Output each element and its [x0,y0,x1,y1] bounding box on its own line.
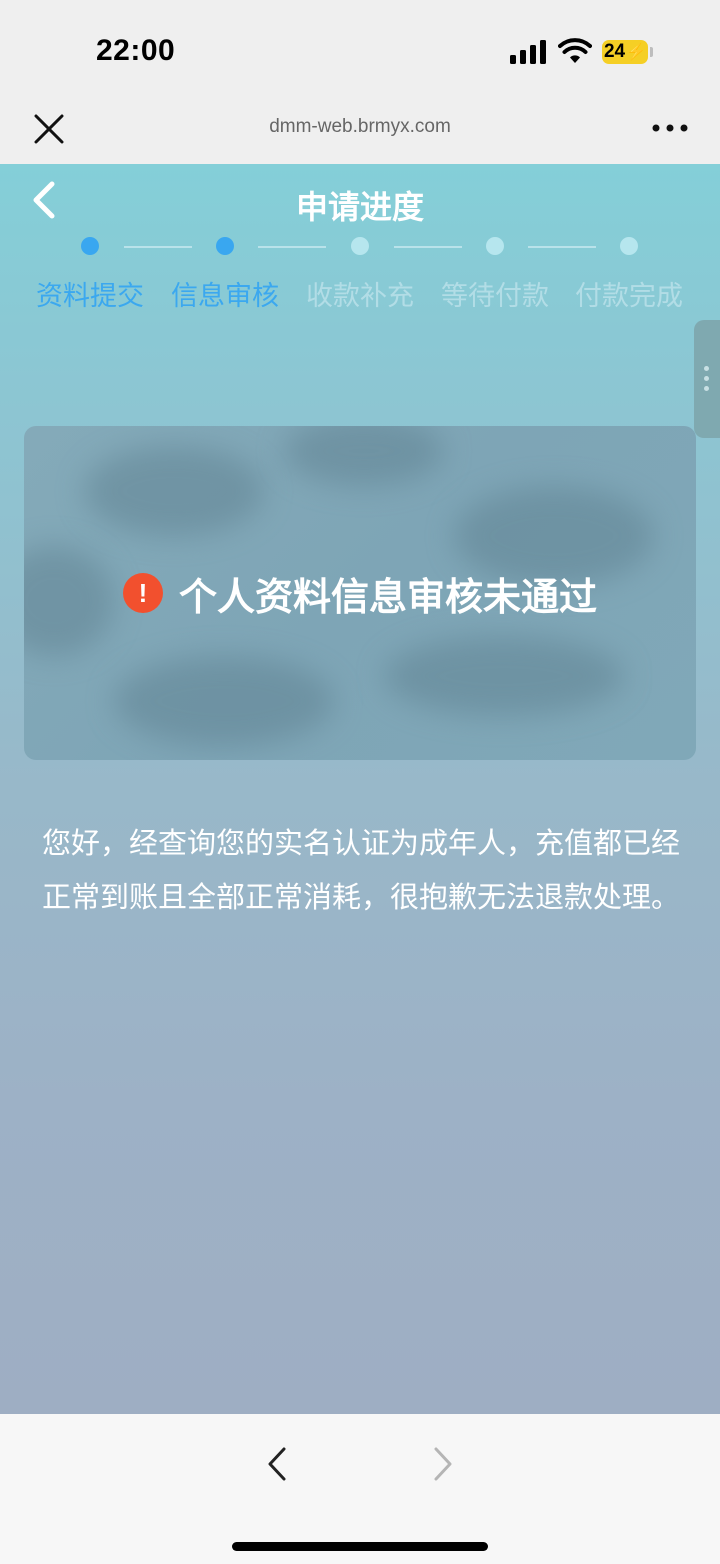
page-title: 申请进度 [295,188,424,226]
step-label-review: 信息审核 [171,281,279,312]
status-time: 22:00 [96,34,176,67]
step-label-payee-info: 收款补充 [306,281,414,312]
battery-cap [650,47,653,57]
charging-bolt-icon: ⚡ [626,44,647,61]
step-label-awaiting-payment: 等待付款 [441,281,549,312]
battery-indicator: 24 ⚡ [602,40,648,64]
wifi-icon [558,38,592,63]
browser-toolbar: dmm-web.brmyx.com [0,100,720,164]
review-result: ! 个人资料信息审核未通过 [24,568,696,619]
step-label-payment-complete: 付款完成 [575,281,683,312]
side-drawer-handle[interactable] [694,320,720,438]
browser-bottom-nav [0,1414,720,1564]
progress-stepper: 资料提交 信息审核 收款补充 等待付款 付款完成 [0,236,720,316]
app-content: 申请进度 资料提交 信息审核 收款补充 等待付款 付款完成 ! 个人资料信息审核… [0,164,720,1414]
review-result-card: ! 个人资料信息审核未通过 [24,426,696,760]
step-connector [124,246,192,248]
battery-level: 24 [603,41,626,62]
handle-dot [704,366,709,371]
background-blur [114,656,334,746]
more-options-icon[interactable] [650,116,690,140]
home-indicator [232,1542,488,1551]
status-bar: 22:00 24 ⚡ [0,0,720,100]
warning-icon: ! [122,573,163,613]
handle-dot [704,386,709,391]
step-connector [258,246,326,248]
step-dot-4 [486,237,504,255]
step-connector [394,246,462,248]
handle-dot [704,376,709,381]
browser-back-icon[interactable] [260,1444,294,1484]
background-blur [284,426,444,486]
step-connector [528,246,596,248]
cellular-signal-icon [510,40,546,64]
step-dot-5 [620,237,638,255]
step-label-submit: 资料提交 [36,281,144,312]
review-message: 您好，经查询您的实名认证为成年人，充值都已经正常到账且全部正常消耗，很抱歉无法退… [42,826,681,914]
background-blur [84,446,264,536]
background-blur [384,636,624,716]
step-dot-1 [81,237,99,255]
review-result-text: 个人资料信息审核未通过 [178,574,597,619]
step-dot-2 [216,237,234,255]
page-url: dmm-web.brmyx.com [269,116,451,137]
browser-forward-icon[interactable] [426,1444,460,1484]
step-dot-3 [351,237,369,255]
